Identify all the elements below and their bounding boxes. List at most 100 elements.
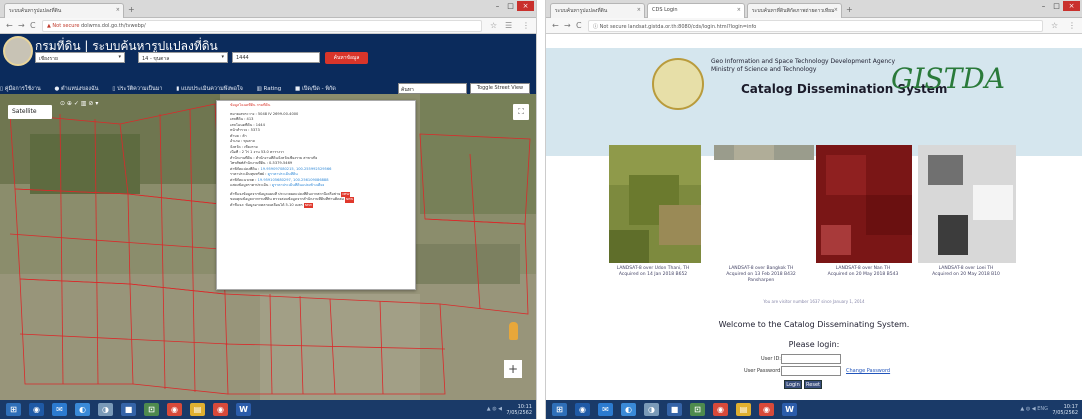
image-caption: LANDSAT-8 over Bangkok TH Acquired on 13… xyxy=(726,266,796,283)
password-field[interactable] xyxy=(781,366,841,376)
tab-close-icon[interactable]: × xyxy=(116,7,120,13)
word-icon[interactable]: W xyxy=(236,403,251,416)
coords2-link[interactable]: 19.959105680297, 100.256109086888 xyxy=(258,178,329,182)
explorer-icon[interactable]: ▤ xyxy=(190,403,205,416)
url-field[interactable]: ⓘ Not secure landsat.gistda.or.th:8080/c… xyxy=(588,20,1043,32)
reset-button[interactable]: Reset xyxy=(804,380,822,389)
maximize-button[interactable]: □ xyxy=(1050,1,1063,11)
menu-history[interactable]: ▯ ประวัติความเป็นมา xyxy=(112,86,168,92)
province-select[interactable]: เชียงราย ▾ xyxy=(35,52,125,63)
forward-icon[interactable]: → xyxy=(18,21,25,30)
menu-rating[interactable]: ▥ Rating xyxy=(257,86,288,92)
chrome-icon[interactable]: ◉ xyxy=(759,403,774,416)
start-button[interactable]: ⊞ xyxy=(6,403,21,416)
menu-my-location[interactable]: ● ตำแหน่งของฉัน xyxy=(54,86,104,92)
explorer-icon[interactable]: ▤ xyxy=(736,403,751,416)
menu-manual[interactable]: ▯ คู่มือการใช้งาน xyxy=(0,86,47,92)
app-icon[interactable]: ■ xyxy=(121,403,136,416)
street-search-input[interactable]: ค้นหา xyxy=(398,83,467,94)
word-icon[interactable]: W xyxy=(782,403,797,416)
tab-close-icon[interactable]: × xyxy=(834,7,838,13)
tab-close-icon[interactable]: × xyxy=(737,7,741,13)
ie-icon[interactable]: ◉ xyxy=(575,403,590,416)
edge-icon[interactable]: ◐ xyxy=(621,403,636,416)
forward-icon[interactable]: → xyxy=(564,21,571,30)
tab-satellite-search[interactable]: ระบบค้นหาที่ดินพิกัดภาพถ่ายดาวเทียม × xyxy=(747,3,842,18)
map-tools-icon[interactable]: ⊙ ⊕ ✓ ▥ ⊘ ▾ xyxy=(60,100,98,107)
extension-icon[interactable]: ☰ xyxy=(505,21,512,30)
mail-icon[interactable]: ✉ xyxy=(598,403,613,416)
app-icon[interactable]: ◑ xyxy=(644,403,659,416)
image-caption: LANDSAT-8 over Loei TH Acquired on 20 Ma… xyxy=(932,266,1000,277)
windows-taskbar: ⊞ ◉ ✉ ◐ ◑ ■ ⊡ ◉ ▤ ◉ W ▲ ◍ ◀ 10:11 7/05/2… xyxy=(0,400,536,419)
menu-icon[interactable]: ⋮ xyxy=(1068,21,1076,30)
chrome-icon[interactable]: ◉ xyxy=(713,403,728,416)
landsat-image-bangkok[interactable] xyxy=(714,145,814,160)
menu-survey[interactable]: ▮ แบบประเมินความพึงพอใจ xyxy=(176,86,249,92)
tab-close-icon[interactable]: × xyxy=(637,7,641,13)
parcel-number-input[interactable]: 1444 xyxy=(232,52,320,63)
chrome-icon[interactable]: ◉ xyxy=(213,403,228,416)
new-tab-button[interactable]: + xyxy=(846,5,853,14)
system-tray[interactable]: ▲ ◍ ◀ xyxy=(487,406,502,412)
tab-land-parcel[interactable]: ระบบค้นหารูปแปลงที่ดิน × xyxy=(4,3,124,18)
app-icon[interactable]: ⊡ xyxy=(144,403,159,416)
url-text: dolwms.dol.go.th/tvwebp/ xyxy=(81,23,146,29)
new-badge: NEW xyxy=(345,197,355,203)
province-value: เชียงราย xyxy=(39,56,58,62)
clock-date: 7/05/2562 xyxy=(1052,410,1078,416)
search-button[interactable]: ค้นหาข้อมูล xyxy=(325,52,368,64)
district-select[interactable]: 14 - ขุนตาล ▾ xyxy=(138,52,228,63)
clock[interactable]: 10:11 7/05/2562 xyxy=(506,404,532,416)
system-tray[interactable]: ▲ ◍ ◀ ENG xyxy=(1020,406,1048,412)
clock[interactable]: 10:17 7/05/2562 xyxy=(1052,404,1078,416)
landsat-image-loei[interactable] xyxy=(918,145,1016,263)
price-label: ราคาประเมินทุนทรัพย์ : xyxy=(230,172,268,176)
reload-icon[interactable]: C xyxy=(576,21,582,30)
app-icon[interactable]: ⊡ xyxy=(690,403,705,416)
popup-note: คำชี้แจง: ข้อมูลอาจคลาดเคลื่อนได้ 5-10 เ… xyxy=(230,202,313,208)
mail-icon[interactable]: ✉ xyxy=(52,403,67,416)
landsat-image-udon-thani[interactable] xyxy=(609,145,701,263)
app-icon[interactable]: ◑ xyxy=(98,403,113,416)
toggle-street-view-button[interactable]: Toggle Street View xyxy=(470,83,530,94)
landsat-image-nan[interactable] xyxy=(816,145,912,263)
menu-icon[interactable]: ⋮ xyxy=(522,21,530,30)
price-link[interactable]: ดูราคาประเมินที่ดิน xyxy=(268,172,298,176)
extra-link[interactable]: ดูราคาประเมินที่ดินแปลงข้างเคียง xyxy=(272,183,324,187)
reload-icon[interactable]: C xyxy=(30,21,36,30)
fullscreen-icon[interactable]: ⛶ xyxy=(513,104,529,120)
start-button[interactable]: ⊞ xyxy=(552,403,567,416)
maximize-button[interactable]: □ xyxy=(504,1,517,11)
bookmark-star-icon[interactable]: ☆ xyxy=(490,21,497,30)
user-id-field[interactable] xyxy=(781,354,841,364)
satellite-button[interactable]: Satellite xyxy=(8,105,52,119)
close-window-button[interactable]: × xyxy=(1063,1,1080,11)
minimize-button[interactable]: – xyxy=(1037,1,1050,11)
app-icon[interactable]: ■ xyxy=(667,403,682,416)
bookmark-star-icon[interactable]: ☆ xyxy=(1051,21,1058,30)
back-icon[interactable]: ← xyxy=(552,21,559,30)
url-text: landsat.gistda.or.th:8080/cds/login.html… xyxy=(628,24,757,30)
zoom-in-button[interactable]: + xyxy=(504,360,522,378)
change-password-link[interactable]: Change Password xyxy=(846,368,890,374)
close-window-button[interactable]: × xyxy=(517,1,534,11)
info-badge: ⓘ Not secure xyxy=(593,24,627,30)
edge-icon[interactable]: ◐ xyxy=(75,403,90,416)
menu-toggle-coords[interactable]: ■ เปิด/ปิด - พิกัด xyxy=(295,86,342,92)
window-controls: – □ × xyxy=(491,1,534,11)
tab-label: ระบบค้นหารูปแปลงที่ดิน xyxy=(555,8,608,14)
login-button[interactable]: Login xyxy=(784,380,802,389)
back-icon[interactable]: ← xyxy=(6,21,13,30)
minimize-button[interactable]: – xyxy=(491,1,504,11)
extra-label: แสดงข้อมูลราคาประเมิน : xyxy=(230,183,272,187)
tab-land-parcel[interactable]: ระบบค้นหารูปแปลงที่ดิน × xyxy=(550,3,645,18)
coords-link[interactable]: 19.959097080215, 100.255992529566 xyxy=(261,167,332,171)
new-tab-button[interactable]: + xyxy=(128,5,135,14)
tab-cds-login[interactable]: CDS Login × xyxy=(647,3,745,18)
pegman-icon[interactable] xyxy=(509,322,518,340)
url-field[interactable]: ▲ Not secure dolwms.dol.go.th/tvwebp/ xyxy=(42,20,482,32)
ie-icon[interactable]: ◉ xyxy=(29,403,44,416)
tab-label: ระบบค้นหารูปแปลงที่ดิน xyxy=(9,8,62,14)
chrome-icon[interactable]: ◉ xyxy=(167,403,182,416)
